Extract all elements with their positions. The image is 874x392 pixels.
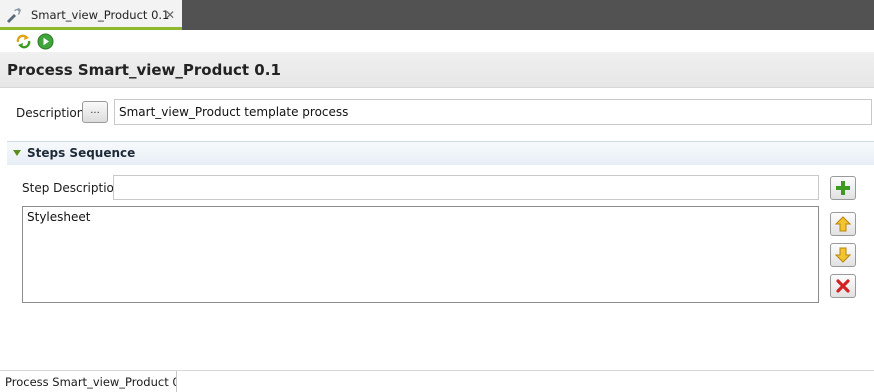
- close-icon[interactable]: ✕: [165, 8, 175, 22]
- run-icon[interactable]: [37, 33, 54, 50]
- editor-tab-bar: Smart_view_Product 0.1 ✕: [0, 0, 874, 30]
- move-up-button[interactable]: [830, 212, 856, 236]
- arrow-down-icon: [835, 247, 851, 263]
- step-description-field[interactable]: [113, 175, 819, 200]
- add-step-button[interactable]: [830, 176, 856, 200]
- section-title: Steps Sequence: [27, 146, 136, 160]
- collapse-arrow-icon[interactable]: [13, 150, 21, 156]
- editor-tab[interactable]: Smart_view_Product 0.1 ✕: [0, 0, 182, 30]
- description-label: Description: [16, 106, 85, 120]
- arrow-up-icon: [835, 216, 851, 232]
- editor-toolbar: [0, 30, 874, 52]
- steps-section-header[interactable]: Steps Sequence: [7, 141, 874, 165]
- steps-list[interactable]: Stylesheet: [22, 206, 819, 303]
- editor-header: Process Smart_view_Product 0.1: [0, 52, 874, 88]
- delete-icon: [836, 279, 850, 293]
- process-editor-icon: [5, 7, 23, 23]
- status-field: [176, 371, 874, 392]
- list-item[interactable]: Stylesheet: [27, 210, 90, 224]
- status-label: Process Smart_view_Product 0.1: [5, 375, 191, 389]
- plus-icon: [836, 181, 850, 195]
- delete-step-button[interactable]: [830, 274, 856, 298]
- tab-label: Smart_view_Product 0.1: [31, 8, 170, 22]
- move-down-button[interactable]: [830, 243, 856, 267]
- step-description-label: Step Description: [22, 181, 122, 195]
- refresh-icon[interactable]: [15, 33, 32, 50]
- page-title: Process Smart_view_Product 0.1: [7, 61, 281, 79]
- description-browse-button[interactable]: ...: [82, 101, 108, 123]
- description-field[interactable]: [114, 99, 872, 125]
